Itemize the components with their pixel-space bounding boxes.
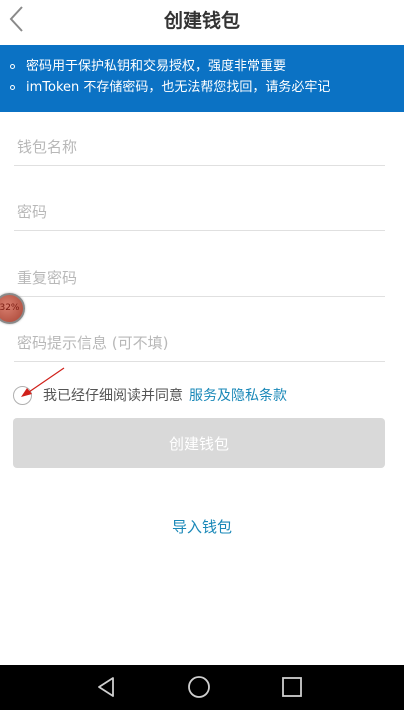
notice-line: imToken 不存储密码，也无法帮您找回，请务必牢记 (10, 77, 404, 98)
repeat-password-field (14, 241, 385, 297)
password-notice-banner: 密码用于保护私钥和交易授权，强度非常重要 imToken 不存储密码，也无法帮您… (0, 45, 404, 112)
circle-home-icon (188, 676, 210, 698)
agreement-text: 我已经仔细阅读并同意 (43, 388, 183, 404)
password-hint-field (14, 306, 385, 362)
nav-recents-button[interactable] (278, 673, 306, 701)
bullet-icon (10, 64, 15, 69)
system-navigation-bar (0, 665, 404, 710)
password-field (14, 175, 385, 231)
agreement-row: 我已经仔细阅读并同意 服务及隐私条款 (13, 384, 287, 406)
create-wallet-button[interactable]: 创建钱包 (13, 418, 385, 468)
notice-line: 密码用于保护私钥和交易授权，强度非常重要 (10, 56, 404, 77)
password-hint-input[interactable] (17, 334, 377, 352)
page-title: 创建钱包 (163, 10, 240, 32)
password-input[interactable] (17, 203, 377, 221)
terms-link[interactable]: 服务及隐私条款 (189, 385, 287, 405)
wallet-name-input[interactable] (17, 138, 377, 156)
triangle-back-icon (98, 677, 114, 697)
floating-ball-percent: 32% (0, 303, 20, 313)
app-header: 创建钱包 (0, 0, 404, 42)
nav-home-button[interactable] (185, 673, 213, 701)
bullet-icon (10, 85, 15, 90)
nav-back-button[interactable] (93, 673, 121, 701)
agree-checkbox[interactable] (13, 385, 32, 405)
notice-text: imToken 不存储密码，也无法帮您找回，请务必牢记 (26, 80, 331, 95)
repeat-password-input[interactable] (17, 269, 377, 287)
square-recents-icon (282, 677, 302, 697)
import-wallet-link[interactable]: 导入钱包 (0, 516, 404, 537)
wallet-name-field (14, 110, 385, 166)
notice-text: 密码用于保护私钥和交易授权，强度非常重要 (26, 59, 287, 74)
